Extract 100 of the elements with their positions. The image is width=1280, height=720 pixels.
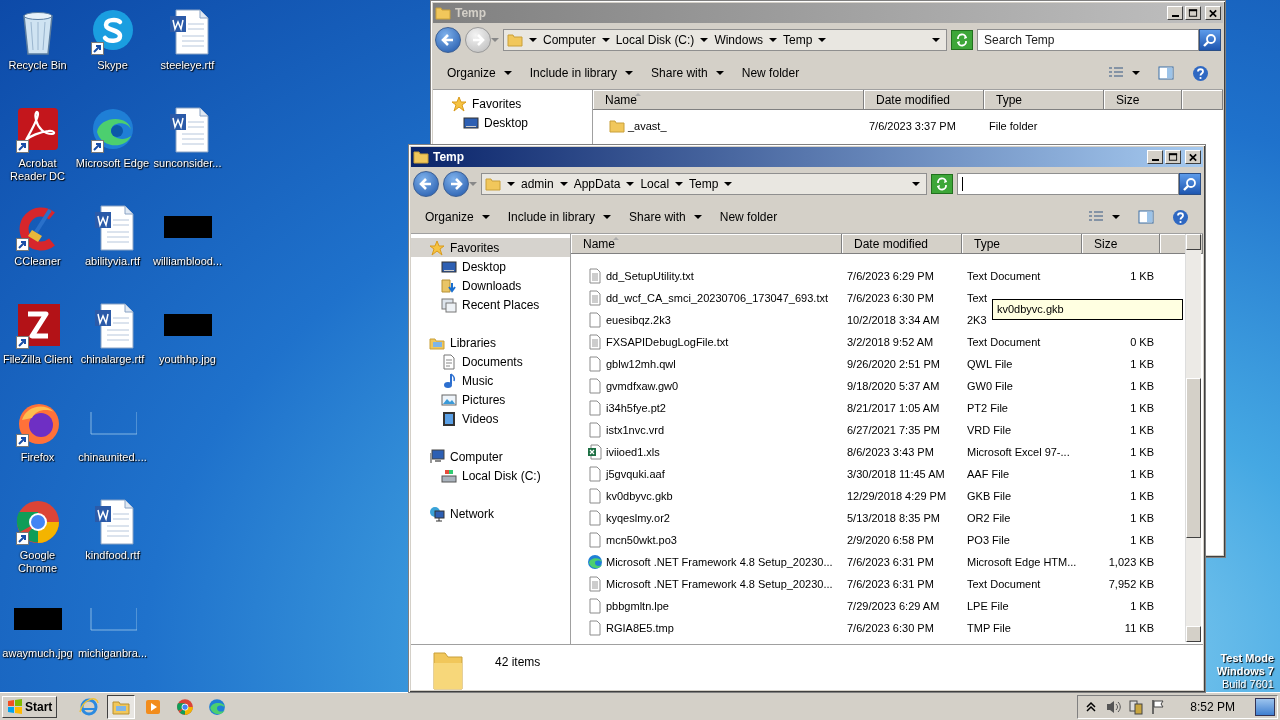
sidebar-item[interactable]: Libraries bbox=[411, 333, 570, 352]
show-desktop-button[interactable] bbox=[1255, 697, 1275, 716]
toolbar-button[interactable]: Include in library bbox=[521, 63, 642, 83]
desktop-icon[interactable]: williamblood... bbox=[150, 202, 225, 268]
close-button[interactable] bbox=[1185, 150, 1201, 164]
file-name[interactable]: iviioed1.xls bbox=[571, 444, 842, 460]
table-cell-text: 1 KB bbox=[1129, 600, 1155, 612]
file-name[interactable]: pbbgmltn.lpe bbox=[571, 598, 842, 614]
desktop-icon[interactable]: CCleaner bbox=[0, 202, 75, 268]
maximize-button[interactable] bbox=[1185, 6, 1201, 20]
column-header[interactable]: Date modified bbox=[842, 234, 962, 253]
file-name[interactable]: euesibqz.2k3 bbox=[571, 312, 842, 328]
breadcrumb[interactable]: AppData bbox=[573, 177, 621, 191]
breadcrumb[interactable]: Temp bbox=[783, 33, 813, 47]
search-button[interactable] bbox=[1199, 29, 1221, 51]
file-name[interactable]: gvmdfxaw.gw0 bbox=[571, 378, 842, 394]
column-header[interactable]: Size bbox=[1082, 234, 1160, 253]
sidebar-item[interactable]: Downloads bbox=[411, 276, 570, 295]
breadcrumb[interactable]: Local bbox=[640, 177, 670, 191]
desktop-icon[interactable]: Recycle Bin bbox=[0, 6, 75, 72]
desktop-icon[interactable]: kindfood.rtf bbox=[75, 496, 150, 562]
column-header[interactable]: Type bbox=[962, 234, 1082, 253]
scrollbar[interactable] bbox=[1185, 234, 1201, 642]
file-name[interactable]: _avast_ bbox=[593, 118, 864, 134]
toolbar-button[interactable]: New folder bbox=[733, 63, 808, 83]
desktop-icon[interactable]: steeleye.rtf bbox=[150, 6, 225, 72]
forward-button[interactable] bbox=[443, 171, 469, 197]
address-bar[interactable]: admin AppData Local Temp bbox=[481, 173, 927, 195]
file-name[interactable]: kyqeslmy.or2 bbox=[571, 510, 842, 526]
network-icon[interactable] bbox=[1128, 698, 1145, 715]
desktop-icon[interactable]: FileZilla Client bbox=[0, 300, 75, 366]
close-button[interactable] bbox=[1205, 6, 1221, 20]
taskbar-button[interactable] bbox=[107, 694, 136, 719]
sidebar-item[interactable]: Documents bbox=[411, 352, 570, 371]
breadcrumb[interactable]: Temp bbox=[689, 177, 719, 191]
desktop-icon[interactable]: chinalarge.rtf bbox=[75, 300, 150, 366]
file-name[interactable]: i34h5fye.pt2 bbox=[571, 400, 842, 416]
sidebar-item[interactable]: Desktop bbox=[411, 257, 570, 276]
file-name[interactable]: Microsoft .NET Framework 4.8 Setup_20230... bbox=[571, 576, 842, 592]
desktop-icon[interactable]: Skype bbox=[75, 6, 150, 72]
file-name[interactable]: RGIA8E5.tmp bbox=[571, 620, 842, 636]
toolbar-button[interactable]: Include in library bbox=[499, 207, 620, 227]
start-button[interactable]: Start bbox=[2, 695, 58, 718]
flag-icon[interactable] bbox=[1150, 698, 1167, 715]
sidebar-item[interactable]: Network bbox=[411, 504, 570, 523]
minimize-button[interactable] bbox=[1147, 150, 1163, 164]
sidebar-item[interactable]: Favorites bbox=[411, 238, 570, 257]
file-name[interactable]: dd_wcf_CA_smci_20230706_173047_693.txt bbox=[571, 290, 842, 306]
sidebar-item[interactable]: Music bbox=[411, 371, 570, 390]
file-name[interactable]: FXSAPIDebugLogFile.txt bbox=[571, 334, 842, 350]
column-header[interactable]: Name bbox=[593, 90, 864, 109]
desktop-icon[interactable]: awaymuch.jpg bbox=[0, 594, 75, 660]
desktop-icon[interactable]: michiganbra... bbox=[75, 594, 150, 660]
breadcrumb[interactable]: Windows bbox=[714, 33, 764, 47]
breadcrumb[interactable]: Computer bbox=[543, 33, 596, 47]
search-field[interactable]: Search Temp bbox=[978, 30, 1198, 50]
back-button[interactable] bbox=[413, 171, 439, 197]
file-name[interactable]: j5gvquki.aaf bbox=[571, 466, 842, 482]
column-header[interactable]: Size bbox=[1104, 90, 1182, 109]
file-name[interactable]: kv0dbyvc.gkb bbox=[571, 488, 842, 504]
address-bar[interactable]: Computer Local Disk (C:) Windows Temp bbox=[503, 29, 947, 51]
toolbar-button[interactable]: Share with bbox=[643, 63, 732, 83]
search-button[interactable] bbox=[1179, 173, 1201, 195]
sidebar-item[interactable]: Pictures bbox=[411, 390, 570, 409]
desktop-icon[interactable]: abilityvia.rtf bbox=[75, 202, 150, 268]
column-header[interactable]: Type bbox=[984, 90, 1104, 109]
file-name[interactable]: gblw12mh.qwl bbox=[571, 356, 842, 372]
file-name[interactable]: mcn50wkt.po3 bbox=[571, 532, 842, 548]
desktop-icon[interactable]: youthhp.jpg bbox=[150, 300, 225, 366]
forward-button[interactable] bbox=[465, 27, 491, 53]
desktop-icon[interactable]: Acrobat Reader DC bbox=[0, 104, 75, 183]
breadcrumb[interactable]: Local Disk (C:) bbox=[615, 33, 695, 47]
speaker-icon[interactable] bbox=[1106, 698, 1123, 715]
minimize-button[interactable] bbox=[1167, 6, 1183, 20]
toolbar-button[interactable]: Organize bbox=[417, 207, 498, 227]
file-name[interactable]: istx1nvc.vrd bbox=[571, 422, 842, 438]
table-cell-text: 1 KB bbox=[1129, 490, 1155, 502]
toolbar-button[interactable]: New folder bbox=[711, 207, 786, 227]
sidebar-item[interactable]: Local Disk (C:) bbox=[411, 466, 570, 485]
desktop-icon[interactable]: Google Chrome bbox=[0, 496, 75, 575]
column-header[interactable]: Name bbox=[571, 234, 842, 253]
refresh-button[interactable] bbox=[951, 30, 973, 50]
toolbar-button[interactable]: Organize bbox=[439, 63, 520, 83]
breadcrumb[interactable]: admin bbox=[521, 177, 554, 191]
file-name[interactable]: dd_SetupUtility.txt bbox=[571, 268, 842, 284]
toolbar-button[interactable]: Share with bbox=[621, 207, 710, 227]
sidebar-item[interactable]: Desktop bbox=[433, 113, 592, 132]
sidebar-item[interactable]: Favorites bbox=[433, 94, 592, 113]
desktop-icon[interactable]: Firefox bbox=[0, 398, 75, 464]
desktop-icon[interactable]: chinaunited.... bbox=[75, 398, 150, 464]
desktop-icon[interactable]: Microsoft Edge bbox=[75, 104, 150, 170]
sidebar-item[interactable]: Recent Places bbox=[411, 295, 570, 314]
back-button[interactable] bbox=[435, 27, 461, 53]
desktop-icon[interactable]: sunconsider... bbox=[150, 104, 225, 170]
sidebar-item[interactable]: Computer bbox=[411, 447, 570, 466]
refresh-button[interactable] bbox=[931, 174, 953, 194]
maximize-button[interactable] bbox=[1165, 150, 1181, 164]
file-name[interactable]: Microsoft .NET Framework 4.8 Setup_20230... bbox=[571, 554, 842, 570]
column-header[interactable]: Date modified bbox=[864, 90, 984, 109]
sidebar-item[interactable]: Videos bbox=[411, 409, 570, 428]
